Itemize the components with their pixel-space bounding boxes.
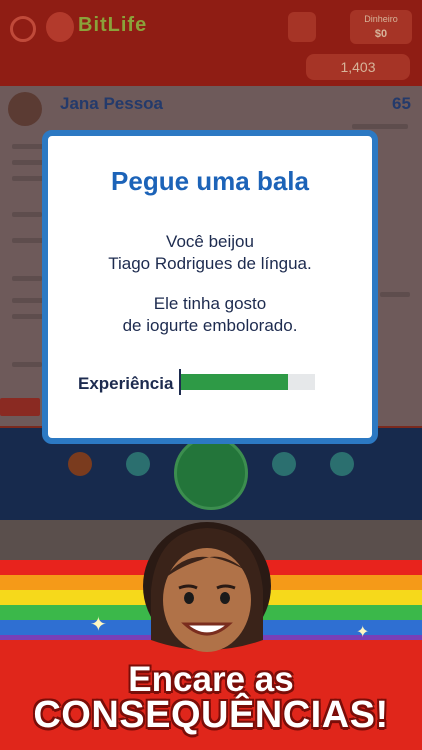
dialog-title: Pegue uma bala xyxy=(111,166,309,196)
money-label: Dinheiro xyxy=(364,14,398,24)
experience-bar-start xyxy=(179,369,181,395)
bitlife-logo-icon xyxy=(46,12,74,42)
experience-bar xyxy=(180,374,315,390)
dialog-text-line: de iogurte embolorado. xyxy=(122,316,298,335)
assets-icon[interactable] xyxy=(126,452,150,476)
trophy-icon[interactable] xyxy=(288,12,316,42)
sparkle-icon: ✦ xyxy=(356,624,370,641)
experience-bar-fill xyxy=(180,374,288,390)
sparkle-icon: ✦ xyxy=(90,614,107,636)
activities-icon[interactable] xyxy=(330,452,354,476)
experience-label: Experiência xyxy=(78,374,174,393)
money-value: $0 xyxy=(374,28,388,40)
dialog-text-line: Você beijou xyxy=(166,232,254,251)
ribbons-counter[interactable]: 1,403 xyxy=(306,54,410,80)
top-bar: BitLife Dinheiro $0 1,403 xyxy=(0,0,422,86)
character-name: Jana Pessoa xyxy=(60,94,164,113)
relationships-icon[interactable] xyxy=(272,452,296,476)
event-dialog: Pegue uma bala Você beijou Tiago Rodrigu… xyxy=(42,130,378,444)
app-logo-text: BitLife xyxy=(78,14,148,36)
dialog-text-line: Ele tinha gosto xyxy=(153,294,267,313)
dialog-text-line: Tiago Rodrigues de língua. xyxy=(108,254,312,273)
character-age: 65 xyxy=(392,94,411,113)
money-box: Dinheiro $0 xyxy=(350,10,412,44)
age-button[interactable] xyxy=(174,436,248,510)
occupation-icon[interactable] xyxy=(68,452,92,476)
gear-icon[interactable] xyxy=(10,16,36,42)
caption-line-2: CONSEQUÊNCIAS! xyxy=(33,694,389,736)
character-face-icon xyxy=(143,522,271,652)
avatar xyxy=(8,92,42,126)
